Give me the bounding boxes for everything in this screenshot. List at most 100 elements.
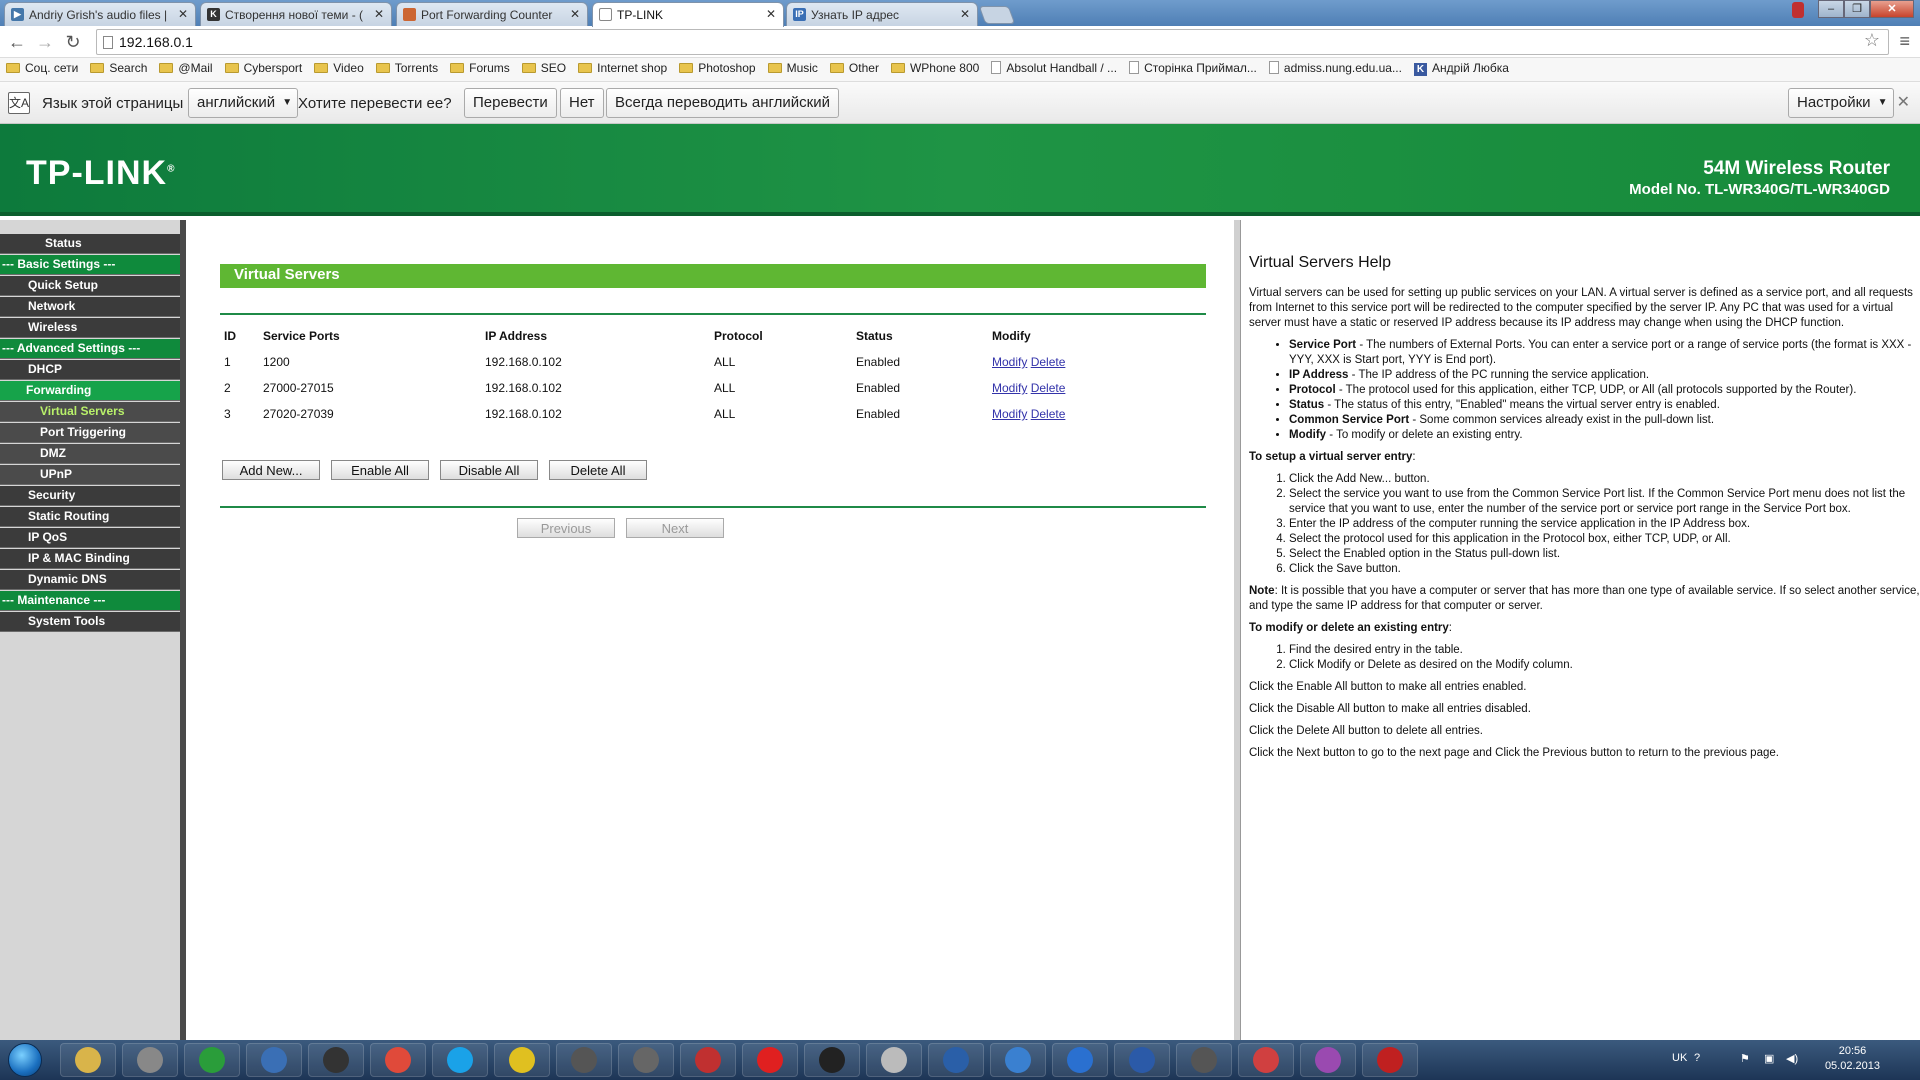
bookmark-folder[interactable]: Search: [90, 61, 147, 75]
address-bar[interactable]: 192.168.0.1 ☆: [96, 29, 1889, 55]
bookmark-page[interactable]: K Андрій Любка: [1413, 61, 1509, 76]
menu-item-dmz[interactable]: DMZ: [0, 444, 180, 464]
bookmark-folder[interactable]: Internet shop: [578, 61, 667, 75]
delete-all-button[interactable]: Delete All: [549, 460, 647, 480]
app99b-icon[interactable]: [618, 1043, 674, 1077]
menu-item-system-tools[interactable]: System Tools: [0, 612, 180, 632]
steam-icon[interactable]: [308, 1043, 364, 1077]
flash-icon[interactable]: [1052, 1043, 1108, 1077]
start-button[interactable]: [8, 1043, 42, 1077]
audio-icon[interactable]: [246, 1043, 302, 1077]
opera-icon[interactable]: [742, 1043, 798, 1077]
tab-tp-link[interactable]: TP-LINK ✕: [592, 2, 784, 27]
delete-link[interactable]: Delete: [1031, 407, 1066, 421]
close-tab-icon[interactable]: ✕: [960, 7, 970, 21]
close-tab-icon[interactable]: ✕: [178, 7, 188, 21]
close-icon[interactable]: ✕: [1897, 92, 1910, 112]
bookmark-folder[interactable]: Music: [767, 61, 818, 75]
menu-item-dynamic-dns[interactable]: Dynamic DNS: [0, 570, 180, 590]
app99-icon[interactable]: [556, 1043, 612, 1077]
utorrent-icon[interactable]: [184, 1043, 240, 1077]
close-window-button[interactable]: ✕: [1870, 0, 1914, 18]
menu-item-virtual-servers[interactable]: Virtual Servers: [0, 402, 180, 422]
menu-item-status[interactable]: Status: [0, 234, 180, 254]
bookmark-folder[interactable]: WPhone 800: [890, 61, 979, 75]
bookmark-page[interactable]: admiss.nung.edu.ua...: [1268, 61, 1402, 75]
menu-item-quick-setup[interactable]: Quick Setup: [0, 276, 180, 296]
reload-icon[interactable]: ↻: [62, 31, 84, 53]
bookmark-folder[interactable]: Photoshop: [679, 61, 756, 75]
bookmark-star-icon[interactable]: ☆: [1864, 30, 1880, 51]
terminal-icon[interactable]: [804, 1043, 860, 1077]
menu-icon[interactable]: ≡: [1899, 31, 1910, 52]
close-tab-icon[interactable]: ✕: [766, 7, 776, 21]
add-new-button[interactable]: Add New...: [222, 460, 320, 480]
language-select[interactable]: английский ▼: [188, 88, 299, 118]
back-icon[interactable]: ←: [6, 31, 28, 53]
previous-button[interactable]: Previous: [517, 518, 615, 538]
word-icon[interactable]: [1114, 1043, 1170, 1077]
cow-icon[interactable]: [866, 1043, 922, 1077]
eye-icon[interactable]: [1176, 1043, 1232, 1077]
translate-button[interactable]: Перевести: [464, 88, 557, 118]
network-icon[interactable]: ▣: [1764, 1052, 1774, 1065]
chrome-icon[interactable]: [370, 1043, 426, 1077]
delete-link[interactable]: Delete: [1031, 355, 1066, 369]
next-button[interactable]: Next: [626, 518, 724, 538]
forward-icon[interactable]: →: [34, 31, 56, 53]
language-indicator[interactable]: UK: [1672, 1052, 1687, 1064]
menu-item-port-triggering[interactable]: Port Triggering: [0, 423, 180, 443]
close-tab-icon[interactable]: ✕: [570, 7, 580, 21]
bookmark-folder[interactable]: Torrents: [375, 61, 438, 75]
tab-ip-address[interactable]: IP Узнать IP адрес ✕: [786, 2, 978, 26]
maximize-button[interactable]: ❐: [1844, 0, 1870, 18]
bookmark-page[interactable]: Сторінка Приймал...: [1129, 61, 1257, 75]
menu-item-ip-qos[interactable]: IP QoS: [0, 528, 180, 548]
no-button[interactable]: Нет: [560, 88, 604, 118]
clock[interactable]: 20:56 05.02.2013: [1825, 1044, 1880, 1074]
volume-icon[interactable]: ◀): [1786, 1052, 1798, 1065]
bookmark-folder[interactable]: Forums: [450, 61, 510, 75]
moon-icon[interactable]: [990, 1043, 1046, 1077]
modify-link[interactable]: Modify: [992, 355, 1027, 369]
bookmark-folder[interactable]: Other: [829, 61, 879, 75]
flag-icon[interactable]: ⚑: [1740, 1052, 1750, 1065]
modify-link[interactable]: Modify: [992, 381, 1027, 395]
always-translate-button[interactable]: Всегда переводить английский: [606, 88, 839, 118]
explorer-icon[interactable]: [60, 1043, 116, 1077]
menu-item-ip-mac-binding[interactable]: IP & MAC Binding: [0, 549, 180, 569]
menu-item-security[interactable]: Security: [0, 486, 180, 506]
acrobat-icon[interactable]: [1362, 1043, 1418, 1077]
game-icon[interactable]: [494, 1043, 550, 1077]
extension-icon[interactable]: [1792, 2, 1804, 18]
menu-item-forwarding[interactable]: Forwarding: [0, 381, 180, 401]
media-player-icon[interactable]: [122, 1043, 178, 1077]
app-red-icon[interactable]: [680, 1043, 736, 1077]
delete-link[interactable]: Delete: [1031, 381, 1066, 395]
help-icon[interactable]: ?: [1694, 1052, 1700, 1064]
new-tab-button[interactable]: [978, 6, 1016, 24]
star-icon[interactable]: [1238, 1043, 1294, 1077]
bookmark-folder[interactable]: SEO: [521, 61, 566, 75]
minimize-button[interactable]: ‒: [1818, 0, 1844, 18]
modify-link[interactable]: Modify: [992, 407, 1027, 421]
menu-item-upnp[interactable]: UPnP: [0, 465, 180, 485]
image-icon[interactable]: [1300, 1043, 1356, 1077]
tab-new-topic[interactable]: K Створення нової теми - (✕: [200, 2, 392, 26]
bookmark-folder[interactable]: Cybersport: [224, 61, 302, 75]
bookmark-folder[interactable]: Video: [314, 61, 364, 75]
bookmark-folder[interactable]: @Mail: [159, 61, 213, 75]
menu-item-static-routing[interactable]: Static Routing: [0, 507, 180, 527]
menu-item-network[interactable]: Network: [0, 297, 180, 317]
skype-icon[interactable]: [432, 1043, 488, 1077]
translate-settings-button[interactable]: Настройки ▼: [1788, 88, 1894, 118]
tab-audio-files[interactable]: ▶ Andriy Grish's audio files | ✕: [4, 2, 196, 26]
photoshop-icon[interactable]: [928, 1043, 984, 1077]
close-tab-icon[interactable]: ✕: [374, 7, 384, 21]
enable-all-button[interactable]: Enable All: [331, 460, 429, 480]
bookmark-page[interactable]: Absolut Handball / ...: [991, 61, 1117, 75]
menu-item-wireless[interactable]: Wireless: [0, 318, 180, 338]
menu-item-dhcp[interactable]: DHCP: [0, 360, 180, 380]
bookmark-folder[interactable]: Соц. сети: [6, 61, 78, 75]
disable-all-button[interactable]: Disable All: [440, 460, 538, 480]
